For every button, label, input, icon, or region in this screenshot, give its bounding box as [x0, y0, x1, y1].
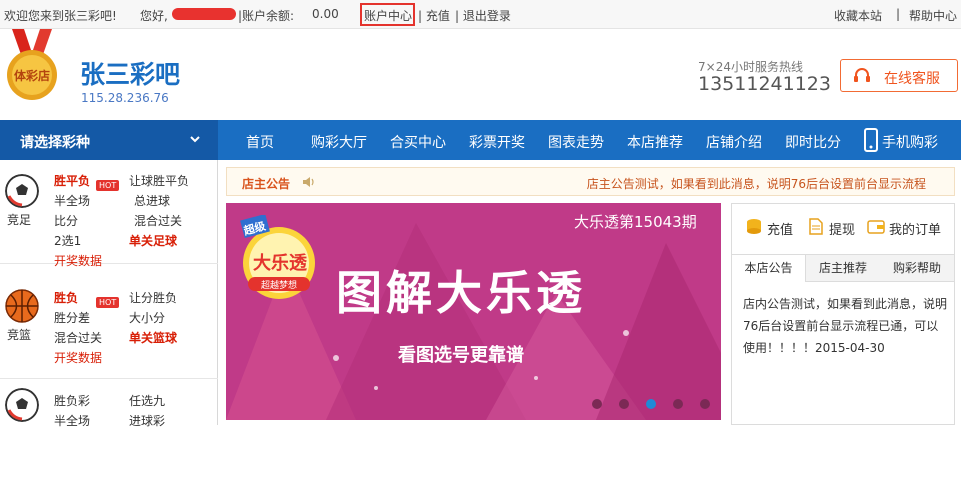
- carousel-dot[interactable]: [592, 399, 602, 409]
- tab-owner-recommend[interactable]: 店主推荐: [806, 255, 880, 282]
- carousel-dot[interactable]: [700, 399, 710, 409]
- link-rangqiu[interactable]: 让球胜平负: [129, 172, 189, 189]
- notice-message[interactable]: 店主公告测试，如果看到此消息，说明76后台设置前台显示流程: [587, 175, 926, 192]
- balance-value: 0.00: [312, 7, 339, 21]
- notice-title: 店主公告: [242, 177, 291, 191]
- my-orders-label: 我的订单: [889, 223, 942, 238]
- nav-charts[interactable]: 图表走势: [548, 132, 604, 152]
- hot-badge: HOT: [96, 297, 120, 308]
- link-2xuan1[interactable]: 2选1: [54, 232, 81, 249]
- top-bar: 欢迎您来到张三彩吧! 您好, |账户余额: 0.00 账户中心 | 充值 | 退…: [0, 0, 961, 29]
- nav-recommend[interactable]: 本店推荐: [627, 132, 683, 152]
- brand-name[interactable]: 张三彩吧: [80, 55, 180, 91]
- nav-lottery-hall[interactable]: 购彩大厅: [311, 132, 367, 152]
- banner-subtitle: 看图选号更靠谱: [398, 345, 524, 366]
- link-draw-data[interactable]: 开奖数据: [54, 349, 102, 366]
- nav-home[interactable]: 首页: [246, 132, 274, 152]
- greeting-text: 您好,: [140, 9, 168, 23]
- speaker-icon: [303, 177, 314, 187]
- bookmark-link[interactable]: 收藏本站: [834, 7, 882, 24]
- logo-text: 体彩店: [14, 68, 50, 83]
- link-hunhe[interactable]: 混合过关: [54, 329, 102, 346]
- nav-draw-results[interactable]: 彩票开奖: [469, 132, 525, 152]
- basketball-icon[interactable]: [5, 289, 39, 323]
- carousel-dot[interactable]: [673, 399, 683, 409]
- owner-notice-bar: 店主公告 店主公告测试，如果看到此消息，说明76后台设置前台显示流程: [226, 167, 955, 196]
- link-daxiaofen[interactable]: 大小分: [129, 309, 165, 326]
- nav-mobile[interactable]: 手机购彩: [882, 132, 938, 152]
- link-draw-data[interactable]: 开奖数据: [54, 252, 102, 269]
- document-icon: [809, 218, 823, 235]
- tab-purchase-help[interactable]: 购彩帮助: [880, 255, 954, 282]
- coins-icon: [747, 219, 761, 234]
- link-bifen[interactable]: 比分: [54, 212, 78, 229]
- link-rangfen[interactable]: 让分胜负: [129, 289, 177, 306]
- online-service-label: 在线客服: [884, 71, 940, 87]
- online-service-button[interactable]: 在线客服: [840, 59, 958, 92]
- link-hunhe[interactable]: 混合过关: [134, 212, 182, 229]
- nav-store-intro[interactable]: 店铺介绍: [706, 132, 762, 152]
- logo-main-text: 大乐透: [253, 252, 308, 274]
- account-center-link[interactable]: 账户中心: [364, 7, 412, 24]
- recharge-link[interactable]: | 充值: [418, 7, 450, 24]
- recharge-label: 充值: [767, 223, 794, 238]
- link-banquanchang[interactable]: 半全场: [54, 192, 90, 209]
- link-shengfu[interactable]: 胜负: [54, 289, 78, 306]
- user-panel: 充值 提现 我的订单 本店公告 店主推荐 购彩帮助 店内公告测试，如果看到此消息…: [731, 203, 955, 425]
- category-name: 竞足: [7, 213, 32, 227]
- link-banquanchang[interactable]: 半全场: [54, 412, 90, 429]
- main-nav: 请选择彩种 首页 购彩大厅 合买中心 彩票开奖 图表走势 本店推荐 店铺介绍 即…: [0, 120, 961, 160]
- mobile-phone-icon: [864, 128, 878, 152]
- carousel-dot-active[interactable]: [646, 399, 656, 409]
- hot-badge: HOT: [96, 180, 120, 191]
- header: 体彩店 张三彩吧 115.28.236.76 7×24小时服务热线 135112…: [0, 29, 961, 120]
- category-basketball: 竞篮 胜负 HOT 让分胜负 胜分差 大小分 混合过关 单关篮球 开奖数据: [0, 275, 218, 379]
- promo-banner[interactable]: 超级 大乐透 超越梦想 大乐透第15043期 图解大乐透 看图选号更靠谱: [226, 203, 721, 420]
- hotline-number: 13511241123: [698, 73, 831, 95]
- link-shengfucai[interactable]: 胜负彩: [54, 392, 90, 409]
- medal-logo-icon[interactable]: 体彩店: [2, 29, 62, 103]
- lottery-selector-label: 请选择彩种: [20, 135, 90, 151]
- link-single-basketball[interactable]: 单关篮球: [129, 329, 177, 346]
- category-traditional: 胜负彩 任选九 半全场 进球彩: [0, 380, 218, 484]
- logo-bottom-text: 超越梦想: [261, 279, 297, 291]
- withdraw-label: 提现: [829, 223, 856, 238]
- carousel-dot[interactable]: [619, 399, 629, 409]
- link-shengpingfu[interactable]: 胜平负: [54, 172, 90, 189]
- info-tabs: 本店公告 店主推荐 购彩帮助: [732, 254, 954, 282]
- link-single-football[interactable]: 单关足球: [129, 232, 177, 249]
- chevron-down-icon: [190, 136, 200, 143]
- username-redacted: [172, 8, 236, 20]
- nav-group-buy[interactable]: 合买中心: [390, 132, 446, 152]
- link-renxuan9[interactable]: 任选九: [129, 392, 165, 409]
- wallet-icon: [867, 220, 885, 234]
- link-shengfencha[interactable]: 胜分差: [54, 309, 90, 326]
- daletou-logo-icon: 超级 大乐透 超越梦想: [240, 215, 315, 299]
- football-icon[interactable]: [5, 174, 39, 208]
- link-jinqiucai[interactable]: 进球彩: [129, 412, 165, 429]
- football-icon[interactable]: [5, 388, 39, 422]
- tab-store-announcement[interactable]: 本店公告: [732, 255, 806, 282]
- link-zongjinqiu[interactable]: 总进球: [134, 192, 170, 209]
- nav-live-score[interactable]: 即时比分: [785, 132, 841, 152]
- banner-title: 图解大乐透: [336, 266, 586, 320]
- lottery-categories: 竞足 胜平负 HOT 让球胜平负 半全场 总进球 比分 混合过关 2选1 单关足…: [0, 160, 218, 428]
- balance-label: |账户余额:: [238, 9, 295, 23]
- category-name: 竞篮: [7, 328, 32, 342]
- site-ip: 115.28.236.76: [81, 91, 169, 105]
- topbar-divider: |: [896, 7, 901, 21]
- category-football: 竞足 胜平负 HOT 让球胜平负 半全场 总进球 比分 混合过关 2选1 单关足…: [0, 160, 218, 268]
- announcement-text: 店内公告测试，如果看到此消息，说明76后台设置前台显示流程已通，可以使用！！！！…: [743, 297, 948, 355]
- headset-icon: [854, 68, 870, 82]
- banner-issue: 大乐透第15043期: [574, 213, 697, 231]
- lottery-selector[interactable]: 请选择彩种: [0, 120, 218, 160]
- welcome-text: 欢迎您来到张三彩吧!: [4, 9, 117, 23]
- logout-link[interactable]: | 退出登录: [455, 7, 511, 24]
- help-center-link[interactable]: 帮助中心: [909, 7, 957, 24]
